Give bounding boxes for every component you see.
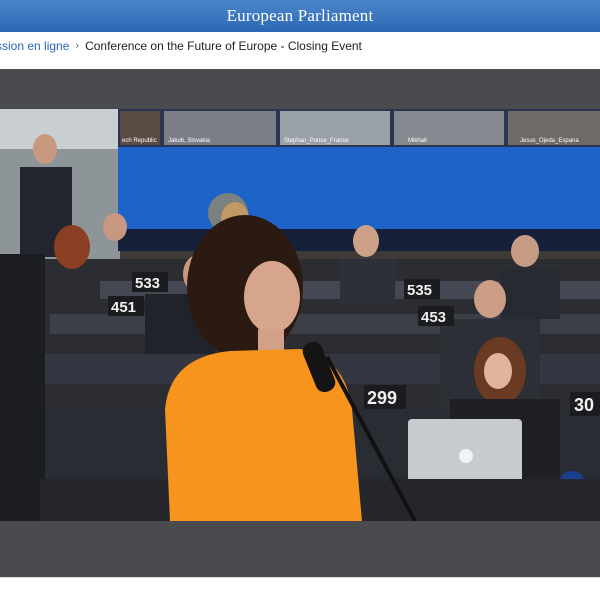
screen-tiles: ech Republic Jakub, Slovakia Stephan_Pon…	[120, 111, 600, 145]
screen-tile-name: Jesus_Ojeda_Espana	[520, 138, 579, 144]
person	[474, 280, 506, 318]
ceiling-light	[0, 109, 120, 149]
person	[0, 254, 45, 521]
screen-tile-name: Mikhail	[408, 138, 427, 144]
person	[54, 225, 90, 269]
person	[33, 134, 57, 164]
person	[484, 353, 512, 389]
breadcrumb-separator-icon: ›	[75, 40, 80, 52]
breadcrumb-parent-link[interactable]: ssion en ligne	[0, 39, 69, 53]
desk-number: 30	[574, 395, 594, 415]
site-title[interactable]: European Parliament	[227, 6, 374, 26]
site-header: European Parliament	[0, 0, 600, 32]
apple-logo-icon	[459, 449, 473, 463]
person	[103, 213, 127, 241]
breadcrumb-current: Conference on the Future of Europe - Clo…	[85, 39, 362, 53]
video-scene: ech Republic Jakub, Slovakia Stephan_Pon…	[0, 109, 600, 521]
desk-number: 453	[421, 309, 446, 326]
screen-tile-name: ech Republic	[122, 138, 157, 144]
person	[353, 225, 379, 257]
person	[500, 269, 560, 319]
person	[340, 259, 395, 304]
desk-number: 299	[367, 388, 397, 408]
screen-tile-name: Jakub, Slovakia	[168, 138, 211, 144]
screen-tile-name: Stephan_Ponce_France	[284, 138, 349, 144]
person	[511, 235, 539, 267]
video-frame[interactable]: ech Republic Jakub, Slovakia Stephan_Pon…	[0, 109, 600, 521]
speaker-face	[244, 261, 300, 333]
breadcrumb: ssion en ligne › Conference on the Futur…	[0, 34, 600, 58]
desk-number: 535	[407, 282, 432, 299]
desk-number: 451	[111, 299, 136, 316]
desk-number: 533	[135, 275, 160, 292]
divider	[0, 577, 600, 578]
